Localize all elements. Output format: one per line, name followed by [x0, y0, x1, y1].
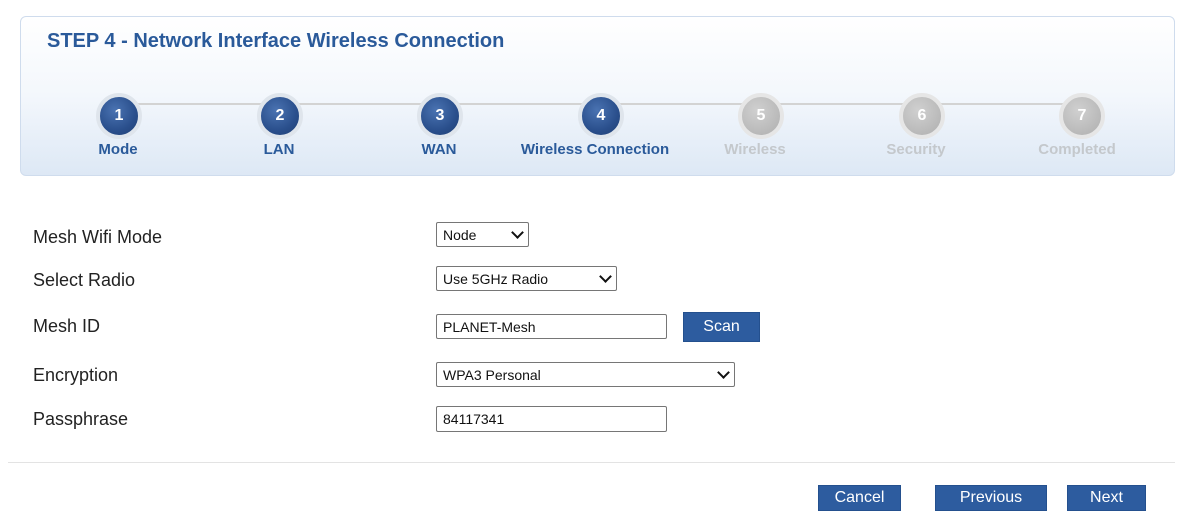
step-2-indicator: 2 — [257, 93, 303, 139]
select-radio-value: Use 5GHz Radio — [443, 270, 549, 287]
step-connector — [119, 103, 283, 105]
step-3-indicator: 3 — [417, 93, 463, 139]
step-5-indicator: 5 — [738, 93, 784, 139]
mesh-wifi-mode-select[interactable]: Node — [436, 222, 529, 247]
passphrase-input[interactable]: 84117341 — [436, 406, 667, 432]
encryption-label: Encryption — [33, 365, 119, 385]
footer-divider — [8, 462, 1175, 463]
encryption-value: WPA3 Personal — [443, 366, 541, 383]
mesh-wifi-mode-value: Node — [443, 226, 477, 243]
step-6-indicator: 6 — [899, 93, 945, 139]
encryption-select[interactable]: WPA3 Personal — [436, 362, 735, 387]
wizard-title: STEP 4 - Network Interface Wireless Conn… — [47, 30, 505, 52]
step-6-label: Security — [886, 141, 946, 158]
select-radio-label: Select Radio — [33, 270, 136, 290]
step-connector — [279, 103, 443, 105]
step-4-indicator: 4 — [578, 93, 624, 139]
chevron-down-icon — [599, 270, 612, 283]
step-4-label: Wireless Connection — [520, 141, 670, 158]
step-7-label: Completed — [1038, 141, 1116, 158]
mesh-id-value: PLANET-Mesh — [443, 318, 536, 335]
chevron-down-icon — [717, 366, 730, 379]
step-3-label: WAN — [421, 141, 457, 158]
chevron-down-icon — [511, 226, 524, 239]
step-5-label: Wireless — [724, 141, 786, 158]
passphrase-label: Passphrase — [33, 409, 129, 429]
step-2-label: LAN — [263, 141, 295, 158]
mesh-wifi-mode-label: Mesh Wifi Mode — [33, 227, 163, 247]
passphrase-value: 84117341 — [443, 411, 505, 427]
step-7-indicator: 7 — [1059, 93, 1105, 139]
next-button[interactable]: Next — [1067, 485, 1146, 511]
step-1-indicator: 1 — [96, 93, 142, 139]
step-1-label: Mode — [98, 141, 138, 158]
mesh-id-input[interactable]: PLANET-Mesh — [436, 314, 667, 339]
previous-button[interactable]: Previous — [935, 485, 1047, 511]
scan-button[interactable]: Scan — [683, 312, 760, 342]
mesh-id-label: Mesh ID — [33, 316, 101, 336]
select-radio-select[interactable]: Use 5GHz Radio — [436, 266, 617, 291]
cancel-button[interactable]: Cancel — [818, 485, 901, 511]
